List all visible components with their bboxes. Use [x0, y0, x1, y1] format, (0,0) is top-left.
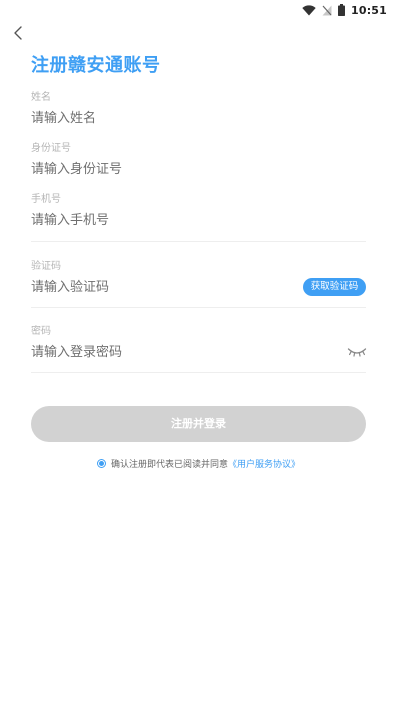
divider	[31, 372, 366, 373]
divider	[31, 307, 366, 308]
agreement-text: 确认注册即代表已阅读并同意	[110, 460, 228, 470]
toggle-password-button[interactable]	[347, 344, 367, 358]
status-time: 10:51	[350, 3, 387, 17]
divider	[31, 241, 366, 242]
back-button[interactable]	[10, 24, 28, 42]
agreement-checkbox[interactable]	[96, 459, 106, 468]
name-input[interactable]	[31, 108, 366, 128]
chevron-left-icon	[14, 26, 22, 40]
get-code-button[interactable]: 获取验证码	[303, 278, 366, 296]
phone-input[interactable]	[31, 210, 366, 230]
phone-label: 手机号	[31, 194, 61, 205]
register-login-button[interactable]: 注册并登录	[31, 406, 366, 442]
radio-dot-icon	[98, 461, 104, 466]
code-label: 验证码	[31, 261, 61, 272]
agreement-link[interactable]: 《用户服务协议》	[228, 457, 300, 470]
eye-closed-icon	[347, 348, 367, 357]
agreement-row: 确认注册即代表已阅读并同意 《用户服务协议》	[0, 457, 397, 470]
no-signal-icon	[322, 5, 332, 15]
status-icons: 10:51	[302, 2, 387, 18]
id-number-input[interactable]	[31, 159, 366, 179]
password-label: 密码	[31, 326, 51, 337]
id-number-label: 身份证号	[31, 143, 71, 154]
name-label: 姓名	[31, 92, 51, 103]
battery-icon	[337, 4, 345, 16]
password-input[interactable]	[31, 342, 331, 362]
wifi-icon	[302, 4, 316, 15]
page-title: 注册赣安通账号	[31, 55, 161, 76]
code-input[interactable]	[31, 277, 291, 297]
status-bar: 10:51	[0, 0, 397, 20]
